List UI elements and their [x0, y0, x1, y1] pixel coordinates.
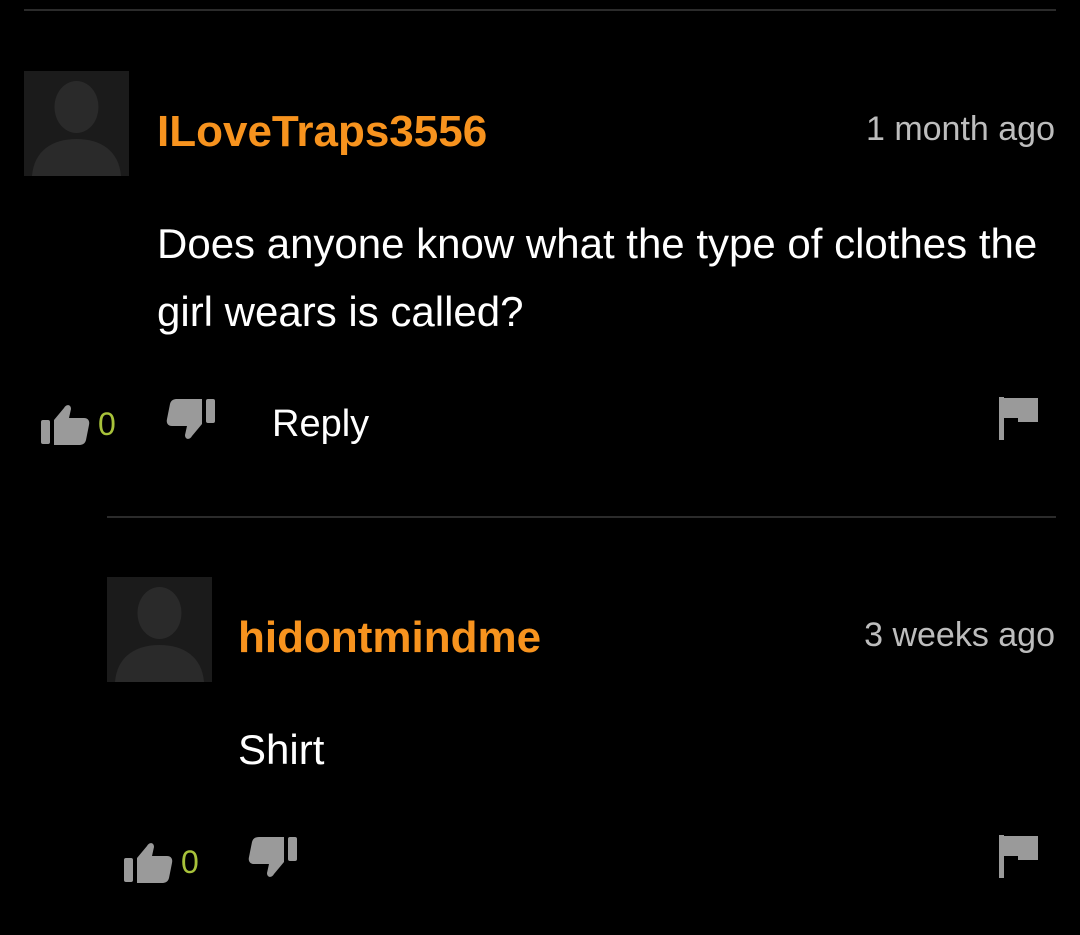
thumbs-down-icon[interactable]	[248, 836, 298, 882]
upvote-count: 0	[181, 844, 199, 880]
top-divider	[24, 9, 1056, 11]
comment-timestamp: 3 weeks ago	[864, 616, 1055, 654]
comment-text: Shirt	[238, 726, 325, 773]
thumbs-down-icon[interactable]	[166, 398, 216, 444]
thumbs-up-icon[interactable]	[40, 400, 90, 446]
avatar[interactable]	[107, 577, 212, 682]
avatar-silhouette-icon	[32, 81, 121, 176]
comment-username[interactable]: ILoveTraps3556	[157, 110, 487, 154]
comment-text: Does anyone know what the type of clothe…	[157, 220, 1038, 335]
thumbs-up-icon[interactable]	[123, 838, 173, 884]
flag-icon[interactable]	[998, 834, 1040, 878]
avatar[interactable]	[24, 71, 129, 176]
reply-link[interactable]: Reply	[272, 405, 369, 443]
avatar-silhouette-icon	[115, 587, 204, 682]
flag-icon[interactable]	[998, 396, 1040, 440]
comment-timestamp: 1 month ago	[865, 110, 1055, 148]
comment-username[interactable]: hidontmindme	[238, 616, 541, 660]
reply-divider	[107, 516, 1056, 518]
comments-page: ILoveTraps3556 1 month ago Does anyone k…	[0, 0, 1080, 935]
upvote-count: 0	[98, 406, 116, 442]
